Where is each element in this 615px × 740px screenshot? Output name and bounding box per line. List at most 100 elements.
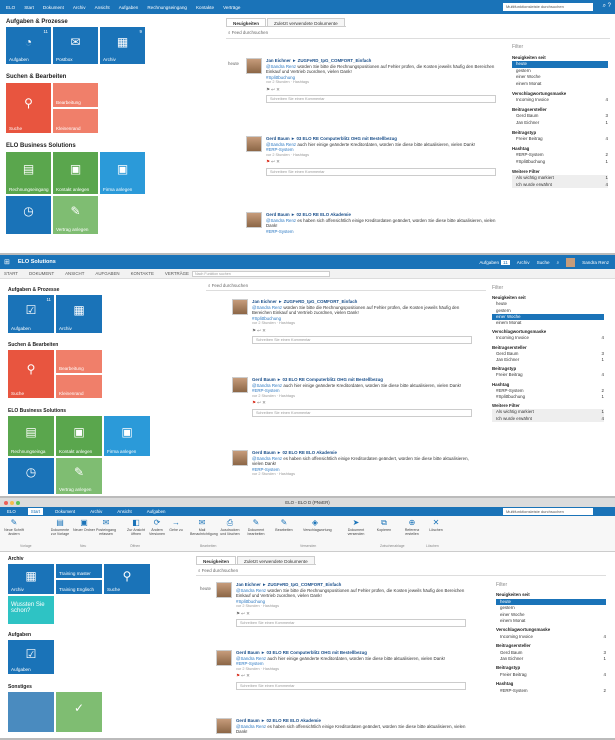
nav-start[interactable]: START bbox=[4, 271, 18, 276]
ribbon-button[interactable]: ◈ Verschlagwortung bbox=[303, 518, 332, 532]
ribbon-search-input[interactable]: Multifunktionsleiste durchsuchen bbox=[503, 508, 593, 515]
close-window-icon[interactable] bbox=[4, 501, 8, 505]
close-icon[interactable]: ✕ bbox=[262, 400, 266, 405]
nav-ansicht[interactable]: ANSICHT bbox=[65, 271, 84, 276]
avatar[interactable] bbox=[566, 258, 576, 267]
flag-icon[interactable]: ⚑ bbox=[266, 159, 270, 164]
tile-suche[interactable]: ⚲ Suche bbox=[104, 564, 150, 594]
mention-link[interactable]: @Sandra Renz bbox=[252, 305, 282, 310]
filter-option[interactable]: einem Monat bbox=[512, 81, 608, 88]
ribbon-button[interactable]: ✎ Dokument bearbeiten bbox=[244, 518, 268, 536]
ribbon-button[interactable]: ✕ Löschen bbox=[424, 518, 448, 532]
filter-option[interactable]: #ERP-System 2 bbox=[512, 152, 608, 159]
hashtag-link[interactable]: #ERP-System bbox=[266, 229, 496, 235]
tile-kontakt-anlegen[interactable]: ▣ Kontakt anlegen bbox=[53, 152, 98, 194]
tile-firma-anlegen[interactable]: ▣ Firma anlegen bbox=[104, 416, 150, 456]
menu-dokument[interactable]: Dokument bbox=[43, 5, 64, 10]
tile-aufgaben[interactable]: 11 ◔ Aufgaben bbox=[6, 27, 51, 64]
filter-option[interactable]: Incoming Invoice 4 bbox=[512, 97, 608, 104]
filter-option[interactable]: Ich wurde erwähnt 4 bbox=[512, 181, 608, 189]
close-icon[interactable]: ✕ bbox=[246, 611, 250, 616]
ribbon-button[interactable]: ✎ Neue Schrift ändern bbox=[2, 518, 26, 536]
comment-input[interactable]: Schreiben Sie einen Kommentar bbox=[266, 95, 496, 103]
menu-ansicht[interactable]: Ansicht bbox=[95, 5, 110, 10]
mention-link[interactable]: @Sandra Renz bbox=[266, 218, 296, 223]
tile-archiv[interactable]: ▦ Archiv bbox=[8, 564, 54, 594]
filter-option[interactable]: gestern bbox=[512, 68, 608, 75]
reply-icon[interactable]: ↩ bbox=[241, 673, 245, 678]
tile-rechnungseingang[interactable]: ▤ Rechnungseinga bbox=[8, 416, 54, 456]
user-name[interactable]: Sandra Renz bbox=[582, 260, 609, 265]
flag-icon[interactable]: ⚑ bbox=[266, 87, 270, 92]
filter-option[interactable]: Freier Beitrag 4 bbox=[512, 136, 608, 143]
ribbon-button[interactable]: ▣ Neuer Ordner bbox=[72, 518, 96, 532]
mention-link[interactable]: @Sandra Renz bbox=[236, 656, 266, 661]
ribbon-button[interactable]: ➤ Dokument versenden bbox=[344, 518, 368, 536]
filter-option[interactable]: Jan Eichner 1 bbox=[492, 357, 604, 363]
filter-option[interactable]: einer Woche bbox=[512, 74, 608, 81]
minimize-window-icon[interactable] bbox=[10, 501, 14, 505]
search-icon[interactable]: ⌕ bbox=[557, 260, 560, 265]
tile-suche[interactable]: ⚲ Suche bbox=[8, 350, 54, 398]
tile-bearbeitung[interactable]: Bearbeitung bbox=[53, 83, 98, 107]
archiv-button[interactable]: Archiv bbox=[517, 260, 530, 265]
suche-button[interactable]: Suche bbox=[537, 260, 550, 265]
comment-input[interactable]: Schreiben Sie einen Kommentar bbox=[266, 167, 496, 176]
filter-option[interactable]: Jan Eichner 1 bbox=[496, 656, 606, 662]
ribbon-button[interactable]: ⎙ Ausdrucken und löschen bbox=[218, 518, 242, 536]
mention-link[interactable]: @Sandra Renz bbox=[252, 456, 282, 461]
ribbon-button[interactable]: → Gehe zu bbox=[164, 518, 188, 532]
ribbon-button[interactable]: ✉ Mail Benachrichtigung bbox=[190, 518, 218, 536]
close-icon[interactable]: ✕ bbox=[262, 328, 266, 333]
tile-archiv[interactable]: 9 ▦ Archiv bbox=[100, 27, 145, 64]
tab-zuletzt-verwendet[interactable]: Zuletzt verwendete Dokumente bbox=[267, 18, 345, 26]
mention-link[interactable]: @Sandra Renz bbox=[266, 64, 296, 69]
aufgaben-button[interactable]: Aufgaben bbox=[479, 260, 499, 265]
flag-icon[interactable]: ⚑ bbox=[236, 611, 240, 616]
nav-vertraege[interactable]: VERTRÄGE bbox=[165, 271, 189, 276]
tile-sonstiges-2[interactable]: ✓ bbox=[56, 692, 102, 732]
tile-aufgaben[interactable]: 11 ☑ Aufgaben bbox=[8, 295, 54, 333]
tile-suche[interactable]: ⚲ Suche bbox=[6, 83, 51, 133]
comment-input[interactable]: Schreiben Sie einen Kommentar bbox=[252, 408, 472, 417]
reply-icon[interactable]: ↩ bbox=[257, 328, 261, 333]
ribbon-tab-dokument[interactable]: Dokument bbox=[52, 508, 78, 515]
tile-wussten-sie-schon[interactable]: Wussten Sie schon? bbox=[8, 596, 54, 624]
nav-kontakte[interactable]: KONTAKTE bbox=[131, 271, 154, 276]
filter-option[interactable]: heute bbox=[512, 61, 608, 68]
filter-option[interactable]: #Splittbuchung 1 bbox=[492, 394, 604, 400]
mention-link[interactable]: @Sandra Renz bbox=[236, 724, 266, 729]
filter-option[interactable]: Freier Beitrag 4 bbox=[492, 372, 604, 378]
menu-archiv[interactable]: Archiv bbox=[73, 5, 86, 10]
filter-option[interactable]: #ERP-System 2 bbox=[496, 688, 606, 694]
filter-option[interactable]: Incoming Invoice 4 bbox=[492, 335, 604, 341]
function-search-input[interactable]: Nach Funktion suchen bbox=[192, 271, 330, 277]
comment-input[interactable]: Schreiben Sie einen Kommentar bbox=[236, 681, 466, 690]
tile-aufgaben[interactable]: ☑ Aufgaben bbox=[8, 640, 54, 674]
ribbon-tab-elo[interactable]: ELO bbox=[4, 508, 19, 515]
search-icon[interactable]: ⌕ ? bbox=[603, 3, 611, 10]
close-icon[interactable]: ✕ bbox=[276, 159, 280, 164]
ribbon-tab-start[interactable]: Start bbox=[27, 508, 44, 515]
menu-aufgaben[interactable]: Aufgaben bbox=[119, 5, 139, 10]
app-grid-icon[interactable]: ⊞ bbox=[4, 258, 10, 266]
tile-vertrag-anlegen[interactable]: ✎ Vertrag anlegen bbox=[53, 196, 98, 234]
reply-icon[interactable]: ↩ bbox=[271, 87, 275, 92]
mention-link[interactable]: @Sandra Renz bbox=[252, 383, 282, 388]
filter-option[interactable]: Freier Beitrag 4 bbox=[496, 672, 606, 678]
ribbon-button[interactable]: ✉ Posteingang erfassen bbox=[94, 518, 118, 536]
tile-archiv[interactable]: ▦ Archiv bbox=[56, 295, 102, 333]
mention-link[interactable]: @Sandra Renz bbox=[236, 588, 266, 593]
tab-zuletzt-verwendet[interactable]: Zuletzt verwendete Dokumente bbox=[237, 556, 315, 564]
tab-neuigkeiten[interactable]: Neuigkeiten bbox=[226, 18, 267, 26]
filter-option[interactable]: Als wichtig markiert 1 bbox=[512, 175, 608, 182]
menu-rechnungseingang[interactable]: Rechnungseingang bbox=[147, 5, 187, 10]
feed-search[interactable]: ⌕ Feed durchsuchen bbox=[198, 568, 238, 573]
menu-elo[interactable]: ELO bbox=[6, 5, 15, 10]
filter-option[interactable]: #Splittbuchung 1 bbox=[512, 159, 608, 166]
filter-option[interactable]: Gerd Baum 3 bbox=[512, 113, 608, 120]
tile-vertrag-anlegen[interactable]: ✎ Vertrag anlegen bbox=[56, 458, 102, 494]
comment-input[interactable]: Schreiben Sie einen Kommentar bbox=[236, 619, 466, 627]
reply-icon[interactable]: ↩ bbox=[241, 611, 245, 616]
tile-firma-anlegen[interactable]: ▣ Firma anlegen bbox=[100, 152, 145, 194]
